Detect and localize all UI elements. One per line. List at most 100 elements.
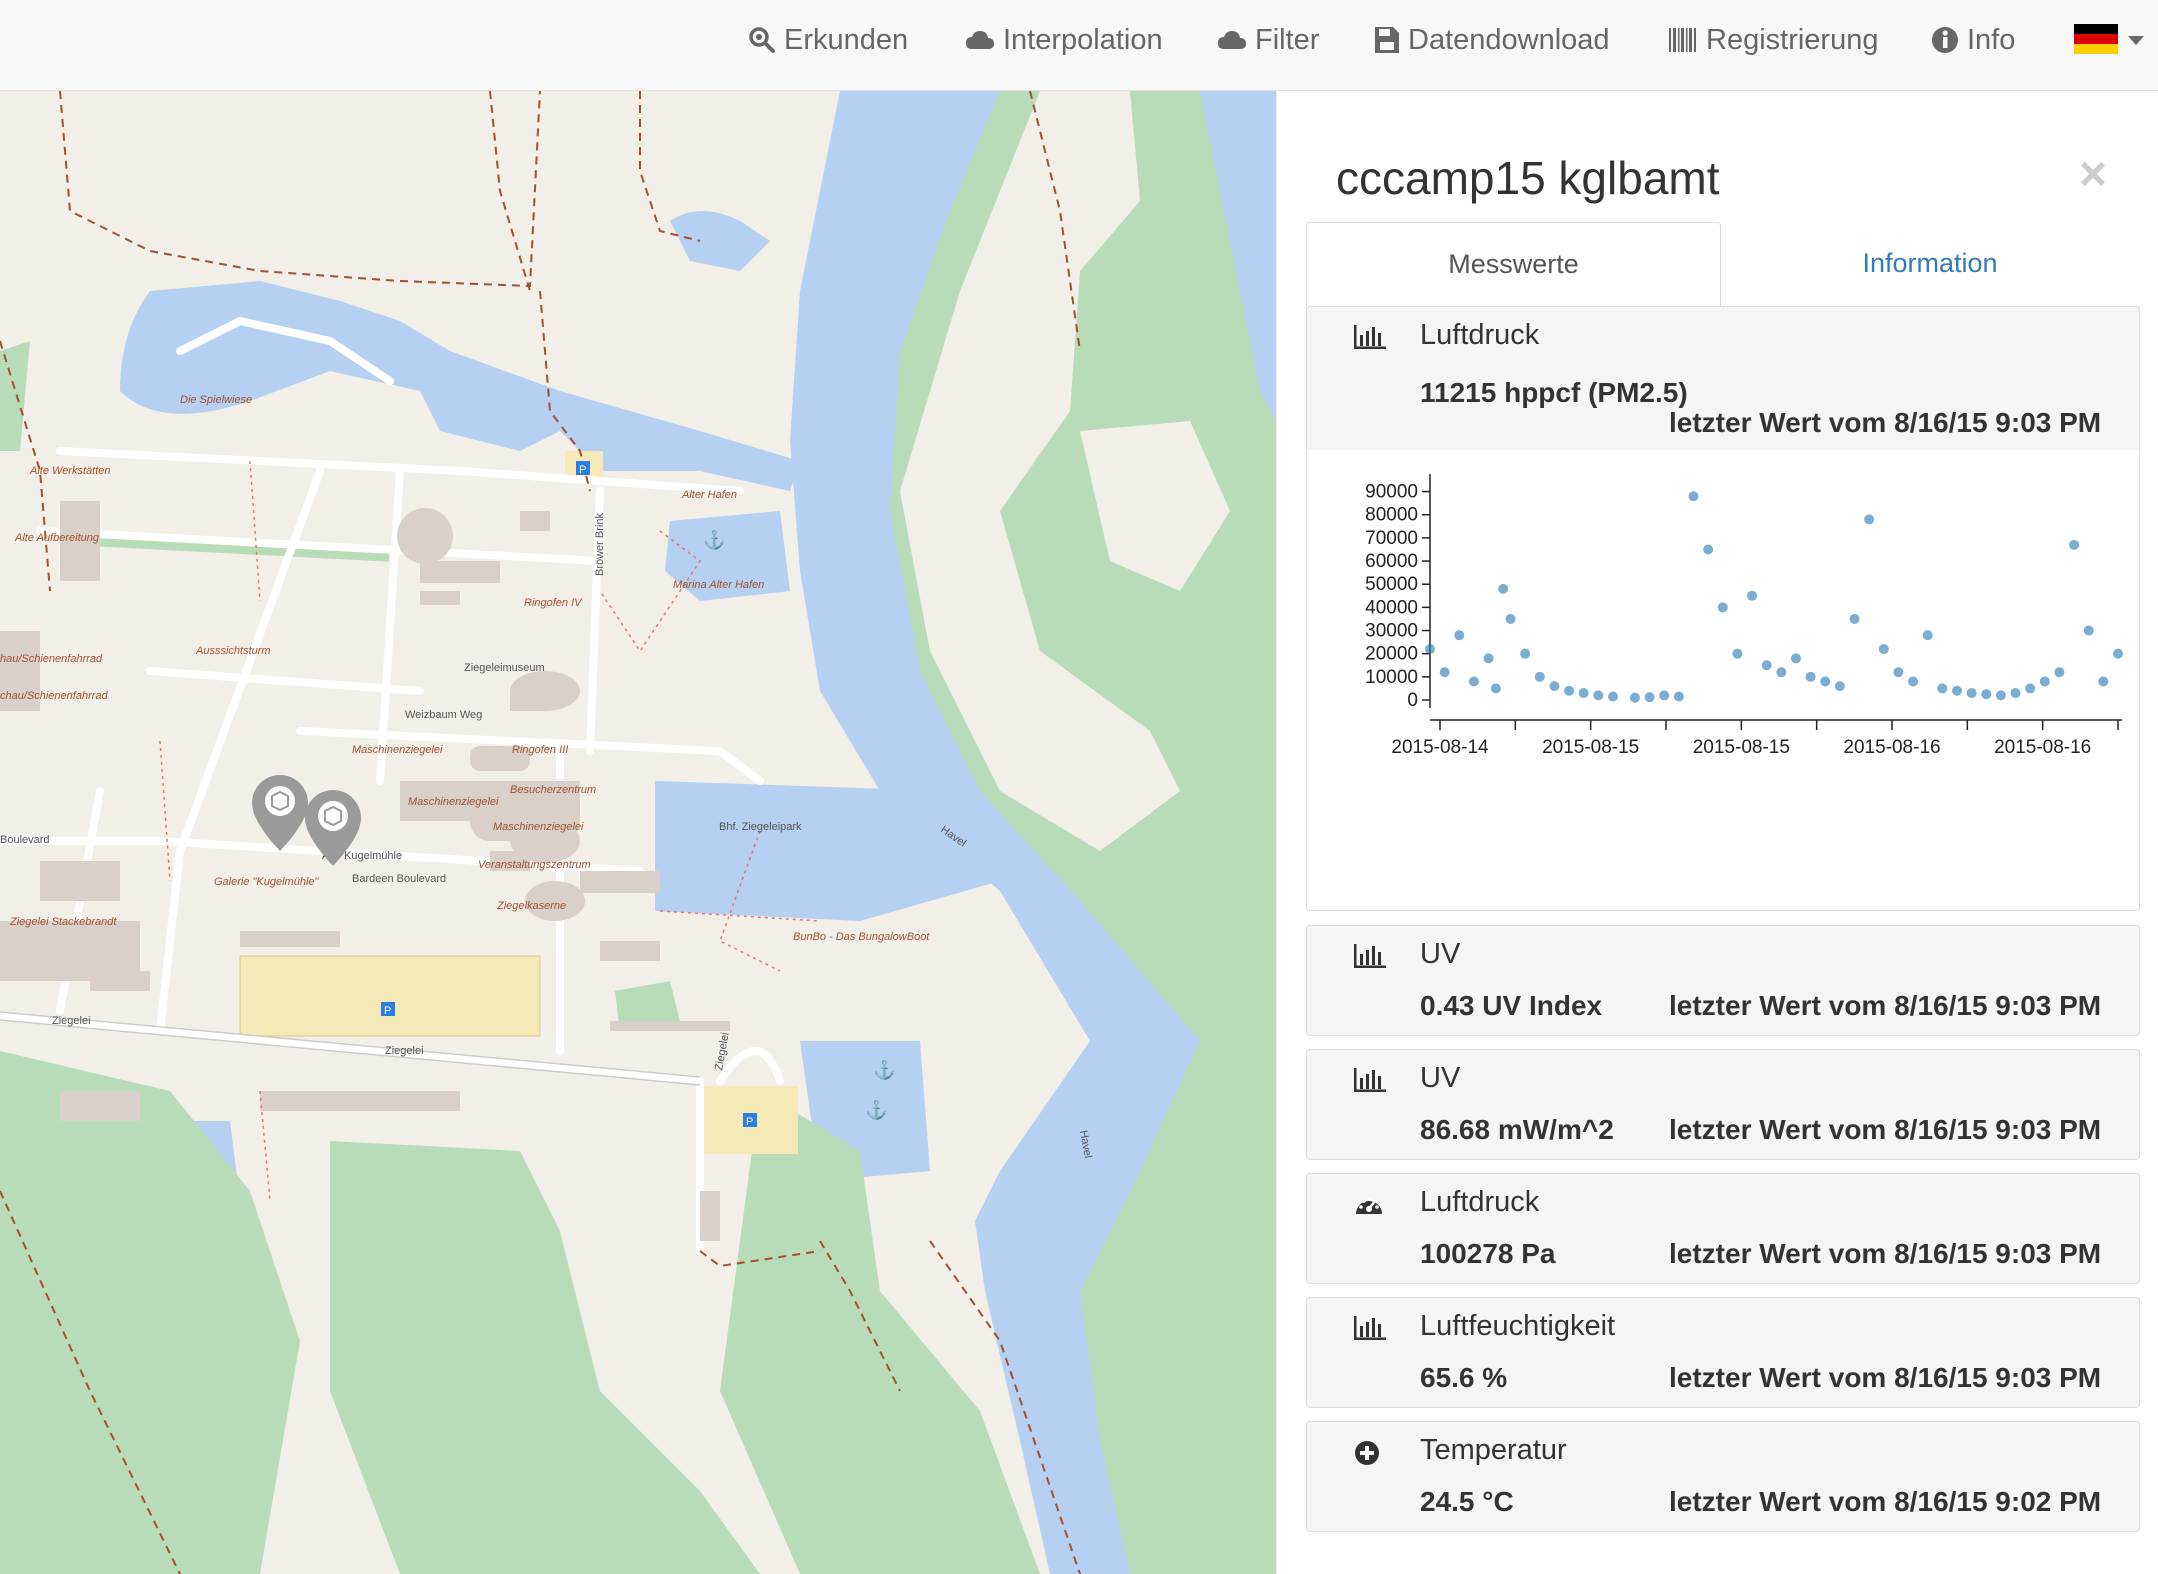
svg-text:P: P — [746, 1116, 753, 1128]
map-label: Ziegeleimuseum — [464, 662, 545, 674]
nav-info[interactable]: Info — [1931, 0, 2015, 80]
sensor-row[interactable]: Temperatur 24.5 °C letzter Wert vom 8/16… — [1306, 1421, 2140, 1532]
page-title: cccamp15 kglbamt — [1336, 152, 1720, 204]
map-label: Ringofen III — [512, 744, 568, 756]
cloud-icon — [965, 29, 995, 51]
data-point — [1454, 630, 1465, 641]
sensor-timestamp: letzter Wert vom 8/16/15 9:03 PM — [1669, 407, 2102, 438]
dashboard-icon — [1354, 1192, 1384, 1223]
bar-chart-icon — [1354, 1068, 1386, 1097]
nav-datendownload[interactable]: Datendownload — [1374, 0, 1610, 80]
map-label: Bhf. Ziegeleipark — [719, 821, 802, 833]
data-point — [1607, 691, 1618, 702]
tab-bar: Messwerte Information — [1306, 222, 2140, 307]
y-tick-label: 80000 — [1365, 505, 1418, 526]
y-axis: 0100002000030000 400005000060000700008000… — [1365, 474, 1431, 711]
sensor-timestamp: letzter Wert vom 8/16/15 9:03 PM — [1669, 1238, 2102, 1269]
sensor-chart[interactable]: 0 10000 20000 30000 40000 50000 60000 70000 8000… — [1306, 450, 2140, 911]
parking-icon: P — [576, 461, 590, 476]
data-point — [1761, 660, 1772, 671]
data-point — [1468, 676, 1479, 687]
data-point — [1498, 583, 1509, 594]
sensor-value: 65.6 % — [1420, 1362, 1508, 1393]
x-tick-label: 2015-08-15 — [1693, 737, 1790, 758]
data-point — [1439, 667, 1450, 678]
sensor-timestamp: letzter Wert vom 8/16/15 9:02 PM — [1669, 1486, 2102, 1517]
sensor-row[interactable]: UV 86.68 mW/m^2 letzter Wert vom 8/16/15… — [1306, 1049, 2140, 1160]
info-icon — [1931, 26, 1959, 54]
chevron-down-icon[interactable] — [2128, 36, 2144, 45]
svg-text:P: P — [384, 1005, 391, 1017]
nav-interpolation[interactable]: Interpolation — [965, 0, 1163, 80]
data-point — [1717, 602, 1728, 613]
nav-label: Filter — [1255, 23, 1320, 56]
sensor-row[interactable]: Luftfeuchtigkeit 65.6 % letzter Wert vom… — [1306, 1297, 2140, 1408]
sensor-name: UV — [1420, 1062, 1461, 1094]
data-point — [1549, 681, 1560, 692]
data-point — [1922, 630, 1933, 641]
nav-label: Registrierung — [1706, 23, 1879, 56]
sensor-timestamp: letzter Wert vom 8/16/15 9:03 PM — [1669, 990, 2102, 1021]
map-label: Marina Alter Hafen — [673, 579, 764, 591]
pond — [670, 211, 770, 271]
map-label: Ringofen IV — [524, 597, 583, 609]
close-icon[interactable]: × — [2079, 151, 2107, 199]
tab-messwerte[interactable]: Messwerte — [1306, 222, 1721, 307]
nav-filter[interactable]: Filter — [1217, 0, 1319, 80]
x-tick-label: 2015-08-16 — [1994, 737, 2091, 758]
nav-label: Interpolation — [1003, 23, 1163, 56]
map-label: Ziegelkaserne — [496, 900, 566, 912]
save-icon — [1374, 26, 1400, 54]
map-view[interactable]: Die Spielwiese Alte Werkstätten Alte Auf… — [0, 91, 1276, 1574]
y-tick-label: 40000 — [1365, 597, 1418, 618]
german-flag-icon[interactable] — [2074, 24, 2118, 54]
data-point — [2083, 625, 2094, 636]
sensor-marker[interactable] — [252, 775, 308, 851]
sensor-timestamp: letzter Wert vom 8/16/15 9:03 PM — [1669, 1114, 2102, 1145]
nav-erkunden[interactable]: Erkunden — [748, 0, 908, 80]
scatter-chart[interactable]: 0100002000030000 400005000060000700008000… — [1307, 450, 2139, 910]
map-label: Galerie "Kugelmühle" — [214, 876, 320, 888]
data-point — [2039, 676, 2050, 687]
x-axis: 2015-08-14 2015-08-15 2015-08-15 2015-08-16… — [1391, 719, 2122, 758]
data-point — [2054, 667, 2065, 678]
data-point — [1534, 671, 1545, 682]
map-label: Maschinenziegelei — [352, 744, 443, 756]
map-label: Alte Werkstätten — [29, 465, 111, 477]
sensor-timestamp: letzter Wert vom 8/16/15 9:03 PM — [1669, 1362, 2102, 1393]
data-point — [1951, 685, 1962, 696]
data-point — [1864, 514, 1875, 525]
data-point — [1893, 667, 1904, 678]
canal — [655, 781, 1000, 921]
data-point — [1732, 648, 1743, 659]
data-point — [1688, 491, 1699, 502]
y-tick-label: 0 — [1407, 690, 1418, 711]
sensor-panel: cccamp15 kglbamt × Messwerte Information… — [1277, 91, 2158, 1574]
tab-information[interactable]: Information — [1720, 222, 2140, 305]
data-point — [1564, 685, 1575, 696]
data-point — [1578, 688, 1589, 699]
y-tick-label: 60000 — [1365, 551, 1418, 572]
search-icon — [748, 26, 776, 54]
nav-registrierung[interactable]: Registrierung — [1668, 0, 1878, 80]
parking-lot — [239, 955, 541, 1037]
sensor-value: 11215 hppcf (PM2.5) — [1420, 377, 1688, 408]
sensor-row[interactable]: Luftdruck 11215 hppcf (PM2.5) letzter We… — [1306, 306, 2140, 451]
data-point — [1820, 676, 1831, 687]
data-point — [1878, 644, 1889, 655]
forest-area — [0, 1051, 300, 1574]
data-point — [1747, 590, 1758, 601]
sensor-row[interactable]: Luftdruck 100278 Pa letzter Wert vom 8/1… — [1306, 1173, 2140, 1284]
data-point — [2069, 539, 2080, 550]
data-point — [1790, 653, 1801, 664]
svg-text:P: P — [579, 464, 586, 476]
plus-circle-icon — [1354, 1440, 1380, 1471]
top-navbar: Erkunden Interpolation Filter Datendownl… — [0, 0, 2158, 91]
data-point — [1659, 690, 1670, 701]
map-label: Ziegelei Stackebrandt — [9, 916, 117, 928]
map-canvas[interactable]: Die Spielwiese Alte Werkstätten Alte Auf… — [0, 91, 1276, 1574]
data-point — [1505, 613, 1516, 624]
data-point — [1673, 691, 1684, 702]
map-label: Besucherzentrum — [510, 784, 596, 796]
sensor-row[interactable]: UV 0.43 UV Index letzter Wert vom 8/16/1… — [1306, 925, 2140, 1036]
